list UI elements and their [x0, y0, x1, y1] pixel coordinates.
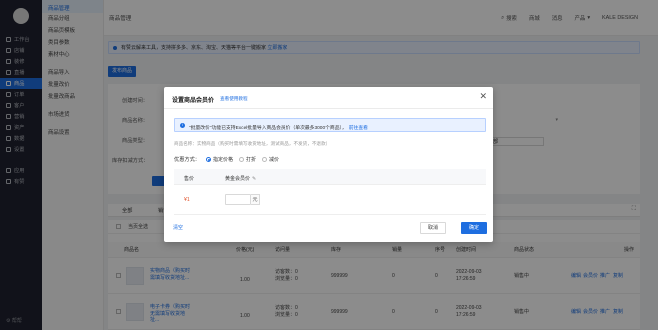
product-name-label: 商品名称：: [174, 141, 197, 146]
radio-discount[interactable]: 打折: [238, 156, 256, 163]
close-icon[interactable]: ✕: [479, 92, 487, 101]
cancel-button[interactable]: 取消: [420, 222, 446, 234]
dialog-header: 设置商品会员价 查看使用教程 ✕: [164, 87, 493, 109]
col-member-price: 黄金会员价 ✎: [225, 176, 257, 182]
member-price-table-header: 售价 黄金会员价 ✎: [174, 169, 486, 185]
currency-unit: 元: [251, 194, 260, 205]
col-price: 售价: [184, 176, 195, 182]
sale-price: ¥1: [184, 197, 190, 203]
member-price-input[interactable]: [225, 194, 251, 205]
radio-icon: [261, 157, 267, 162]
tip-text: "批量改价"功能已支持Excel批量导入商品会员价（单次最多3000个商品），: [189, 125, 347, 131]
radio-reduce[interactable]: 减价: [261, 156, 279, 163]
product-name-row: 商品名称：实物商品（购买时需填写收货地址，测试商品，不发货，不退款）: [174, 141, 330, 147]
info-icon: i: [180, 123, 185, 128]
bulk-price-tip: i "批量改价"功能已支持Excel批量导入商品会员价（单次最多3000个商品）…: [174, 118, 486, 132]
radio-fixed-price[interactable]: 指定价格: [205, 156, 233, 163]
member-price-dialog: 设置商品会员价 查看使用教程 ✕ i "批量改价"功能已支持Excel批量导入商…: [164, 87, 493, 242]
member-price-table: 售价 黄金会员价 ✎ ¥1 元: [174, 169, 486, 215]
discount-method-row: 优惠方式： 指定价格 打折 减价: [174, 156, 279, 163]
tutorial-link[interactable]: 查看使用教程: [220, 96, 248, 102]
product-name-value: 实物商品（购买时需填写收货地址，测试商品，不发货，不退款）: [196, 141, 331, 146]
clear-button[interactable]: 清空: [173, 224, 183, 231]
edit-icon[interactable]: ✎: [252, 176, 256, 182]
discount-method-label: 优惠方式：: [174, 157, 200, 163]
radio-icon: [238, 157, 244, 162]
radio-checked-icon: [205, 157, 211, 162]
dialog-title: 设置商品会员价: [172, 98, 215, 104]
go-view-link[interactable]: 前往查看: [349, 126, 368, 131]
confirm-button[interactable]: 确定: [461, 222, 487, 234]
